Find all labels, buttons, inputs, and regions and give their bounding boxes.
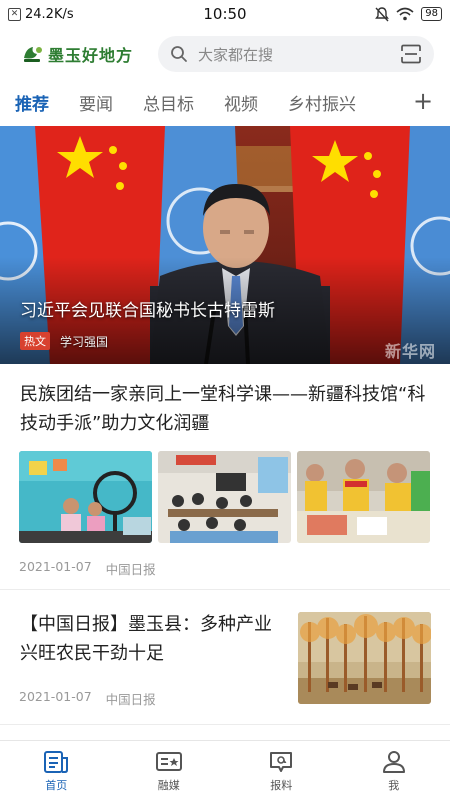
nav-label: 报料 — [270, 779, 293, 792]
hot-tag-badge: 热文 — [20, 332, 50, 350]
nav-label: 首页 — [45, 779, 68, 792]
mute-bell-icon — [375, 6, 390, 21]
nav-media[interactable]: 融媒 — [113, 741, 226, 800]
article-source: 中国日报 — [105, 692, 156, 707]
tab-news[interactable]: 要闻 — [79, 90, 113, 115]
scan-icon[interactable] — [400, 44, 422, 64]
app-header: 墨玉好地方 大家都在搜 — [0, 34, 450, 74]
category-tabs: 推荐 要闻 总目标 视频 乡村振兴 + — [0, 82, 450, 122]
nav-label: 融媒 — [157, 779, 180, 792]
article-title[interactable]: 民族团结一家亲同上一堂科学课——新疆科技馆“科技动手派”助力文化润疆 — [20, 380, 430, 438]
tab-video[interactable]: 视频 — [224, 90, 258, 115]
wifi-icon — [396, 7, 414, 21]
network-speed: 24.2K/s — [25, 6, 74, 22]
status-time: 10:50 — [203, 5, 247, 23]
nav-report[interactable]: 报料 — [225, 741, 338, 800]
tab-overall-goal[interactable]: 总目标 — [143, 90, 194, 115]
search-icon — [171, 46, 187, 62]
article-card[interactable]: 【中国日报】墨玉县：多种产业兴旺农民干劲十足 2021-01-07 中国日报 — [0, 590, 450, 725]
hero-banner[interactable]: 习近平会见联合国秘书长古特雷斯 热文 学习强国 新华网 — [0, 126, 450, 364]
tab-recommend[interactable]: 推荐 — [15, 90, 49, 115]
article-image[interactable] — [298, 612, 431, 704]
article-image-1[interactable] — [19, 451, 152, 543]
article-meta: 2021-01-07 中国日报 — [19, 689, 156, 708]
bottom-navigation: 首页 融媒 报料 我 — [0, 740, 450, 800]
article-image-3[interactable] — [297, 451, 430, 543]
article-source: 中国日报 — [105, 562, 156, 577]
article-date: 2021-01-07 — [19, 559, 92, 574]
article-date: 2021-01-07 — [19, 689, 92, 704]
article-image-2[interactable] — [158, 451, 291, 543]
tab-rural-revitalization[interactable]: 乡村振兴 — [288, 90, 356, 115]
hero-tags: 热文 学习强国 — [20, 332, 108, 350]
user-icon — [382, 751, 405, 773]
nav-label: 我 — [388, 779, 400, 792]
home-news-icon — [44, 751, 69, 773]
hero-image — [0, 126, 450, 364]
close-notification-icon: ✕ — [8, 7, 21, 21]
add-channel-button[interactable]: + — [408, 82, 438, 122]
status-bar: ✕ 24.2K/s 10:50 98 — [0, 0, 450, 28]
search-placeholder: 大家都在搜 — [198, 45, 274, 64]
app-logo[interactable]: 墨玉好地方 — [22, 42, 158, 66]
logo-text: 墨玉好地方 — [48, 46, 134, 65]
battery-level: 98 — [421, 7, 442, 21]
hero-source: 学习强国 — [60, 334, 109, 349]
nav-home[interactable]: 首页 — [0, 741, 113, 800]
article-meta: 2021-01-07 中国日报 — [19, 559, 156, 578]
nav-me[interactable]: 我 — [338, 741, 450, 800]
hero-watermark: 新华网 — [384, 342, 436, 361]
search-bar[interactable]: 大家都在搜 — [158, 36, 434, 72]
logo-mark-icon — [24, 47, 42, 62]
report-chat-icon — [270, 752, 293, 772]
article-title[interactable]: 【中国日报】墨玉县：多种产业兴旺农民干劲十足 — [20, 610, 282, 668]
hero-title[interactable]: 习近平会见联合国秘书长古特雷斯 — [20, 296, 275, 321]
article-card[interactable]: 民族团结一家亲同上一堂科学课——新疆科技馆“科技动手派”助力文化润疆 2021-… — [0, 364, 450, 590]
article-image-row — [19, 451, 430, 543]
media-card-icon — [155, 752, 182, 771]
